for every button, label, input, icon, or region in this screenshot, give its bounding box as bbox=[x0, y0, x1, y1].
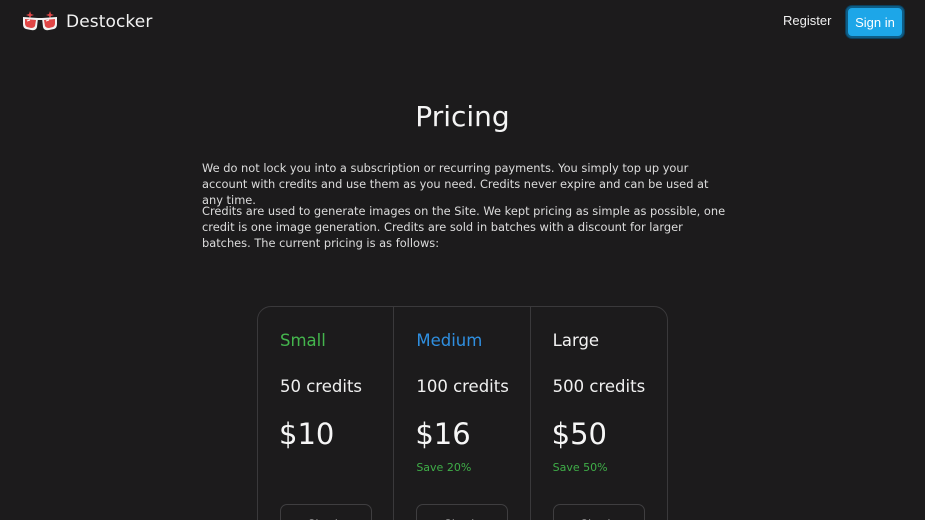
plan-credits: 500 credits bbox=[552, 377, 646, 396]
plan-signin-button[interactable]: Sign in bbox=[552, 504, 645, 520]
page-title: Pricing bbox=[415, 100, 510, 133]
plan-credits: 100 credits bbox=[416, 377, 509, 396]
brand-name: Destocker bbox=[66, 12, 153, 32]
top-nav: Destocker Register Sign in bbox=[0, 0, 925, 44]
intro-paragraph-2: Credits are used to generate images on t… bbox=[202, 204, 726, 250]
plan-card-large: Large 500 credits $50 Save 50% Sign in bbox=[531, 307, 667, 520]
plan-card-small: Small 50 credits $10 Sign in bbox=[258, 307, 395, 520]
plan-name: Large bbox=[552, 331, 600, 350]
plan-savings-label: Save 50% bbox=[552, 461, 608, 474]
signin-button[interactable]: Sign in bbox=[846, 6, 904, 38]
page: Destocker Register Sign in Pricing We do… bbox=[0, 0, 925, 520]
plan-name: Medium bbox=[416, 331, 483, 350]
intro-paragraph-1: We do not lock you into a subscription o… bbox=[202, 161, 709, 207]
plan-price: $50 bbox=[551, 417, 608, 451]
plan-card-medium: Medium 100 credits $16 Save 20% Sign in bbox=[394, 307, 531, 520]
plan-price: $16 bbox=[415, 417, 471, 451]
pricing-table: Small 50 credits $10 Sign in Medium 100 … bbox=[257, 306, 668, 520]
plan-credits: 50 credits bbox=[280, 377, 363, 396]
register-link[interactable]: Register bbox=[783, 13, 831, 28]
plan-savings-label: Save 20% bbox=[416, 461, 472, 474]
plan-name: Small bbox=[280, 331, 326, 350]
plan-signin-button[interactable]: Sign in bbox=[280, 504, 372, 520]
plan-signin-button[interactable]: Sign in bbox=[416, 504, 509, 520]
glasses-logo-icon bbox=[23, 11, 57, 31]
brand-home-link[interactable]: Destocker bbox=[22, 8, 152, 36]
plan-price: $10 bbox=[279, 417, 335, 451]
